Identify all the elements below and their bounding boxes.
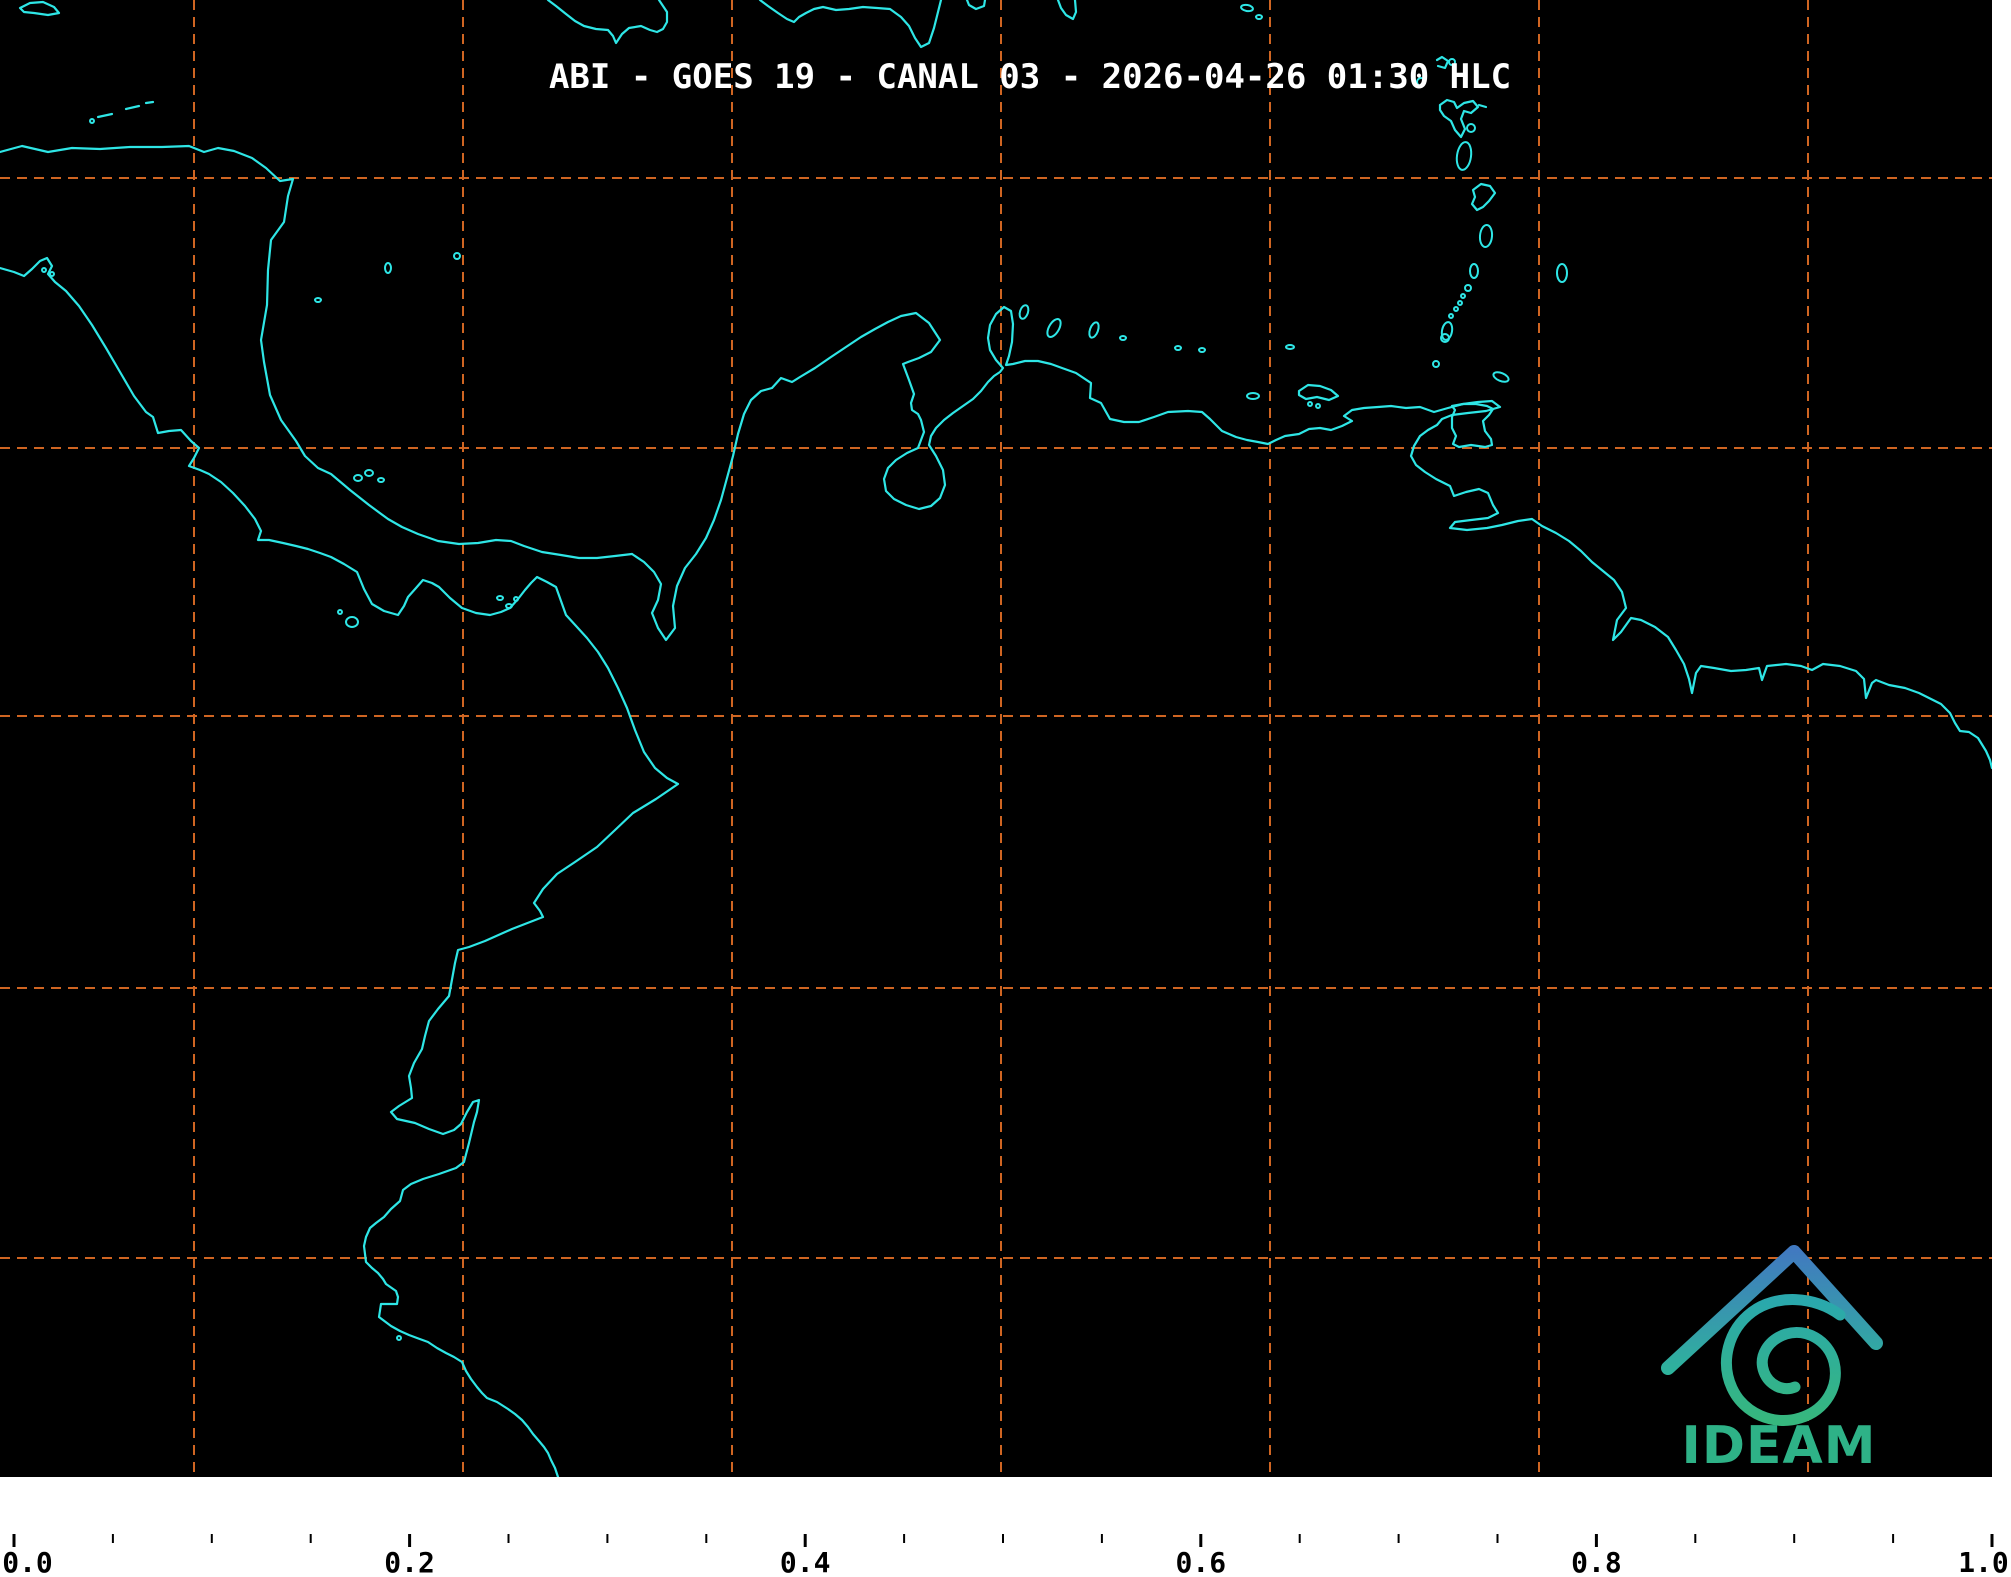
- scan-edge-white-band: [1992, 0, 2011, 1477]
- grenadine-5: [1449, 314, 1453, 318]
- pearl-islet-3: [514, 597, 518, 601]
- st-croix-1: [1241, 4, 1254, 12]
- margarita-outline: [1299, 385, 1338, 400]
- central-america-caribbean-coast: [0, 146, 632, 558]
- jamaica-south-coast: [548, 0, 667, 43]
- colorbar-ticks: [0, 1477, 2011, 1577]
- st-croix-2: [1256, 15, 1262, 19]
- martinique-outline: [1472, 184, 1495, 210]
- colorbar-tick-label: 0.8: [1571, 1546, 1622, 1577]
- south-america-north-coast: [632, 307, 1992, 768]
- bay-island-dash-1: [98, 114, 112, 117]
- las-aves: [1120, 336, 1126, 340]
- bocas-islet-3: [378, 478, 384, 482]
- aruba: [1018, 304, 1030, 320]
- cubagua: [1316, 404, 1320, 408]
- coiba-islet: [338, 610, 342, 614]
- barbados: [1557, 264, 1567, 282]
- san-andres: [385, 263, 391, 273]
- bocas-islet-1: [354, 475, 362, 481]
- fonseca-islet-2: [50, 272, 54, 276]
- image-title: ABI - GOES 19 - CANAL 03 - 2026-04-26 01…: [549, 57, 1511, 97]
- coast-fragment-top-2: [1058, 0, 1076, 19]
- los-roques-west: [1199, 348, 1205, 352]
- grenadine-4: [1454, 307, 1458, 311]
- grenada: [1441, 321, 1454, 340]
- colorbar-tick-label: 0.2: [384, 1546, 435, 1577]
- coche: [1308, 402, 1312, 406]
- st-lucia: [1479, 225, 1493, 248]
- grenadine-2: [1461, 294, 1465, 298]
- gorgona: [397, 1336, 401, 1340]
- logo-mountain-icon: [1668, 1252, 1876, 1368]
- pearl-islet-2: [506, 604, 512, 608]
- bay-island-dash-2: [126, 106, 139, 109]
- tobago: [1492, 370, 1510, 383]
- ideam-logo: IDEAM: [1650, 1238, 1930, 1477]
- fonseca-islet-1: [42, 268, 46, 272]
- coast-fragment-top-1: [967, 0, 985, 9]
- bay-island-dash-3: [146, 102, 153, 103]
- colorbar-tick-label: 0.6: [1176, 1546, 1227, 1577]
- coast-fragment-top-left: [20, 2, 59, 15]
- aves-de-sotavento: [1175, 346, 1181, 350]
- colorbar-tick-label: 0.4: [780, 1546, 831, 1577]
- bonaire: [1088, 321, 1101, 339]
- curacao: [1045, 317, 1064, 339]
- satellite-image-viewport: ABI - GOES 19 - CANAL 03 - 2026-04-26 01…: [0, 0, 2011, 1577]
- dominica: [1455, 141, 1473, 171]
- la-orchila: [1286, 345, 1294, 349]
- pacific-coast: [0, 258, 678, 1477]
- corn-island: [315, 298, 321, 302]
- los-testigos: [1433, 361, 1439, 367]
- st-vincent: [1470, 264, 1478, 278]
- la-tortuga: [1247, 393, 1259, 399]
- bocas-islet-2: [365, 470, 373, 476]
- grenadine-3: [1458, 301, 1462, 305]
- pearl-islet-1: [497, 596, 503, 600]
- grenadine-1: [1465, 285, 1471, 291]
- coiba: [346, 617, 358, 627]
- logo-spiral-icon: [1726, 1300, 1840, 1421]
- hispaniola-south-coast: [760, 0, 941, 47]
- logo-text: IDEAM: [1681, 1416, 1876, 1476]
- colorbar-tick-label: 0.0: [2, 1546, 53, 1577]
- bay-islet-dot: [90, 119, 94, 123]
- islands: [42, 4, 1567, 1340]
- providencia: [454, 253, 460, 259]
- marie-galante: [1467, 124, 1475, 132]
- colorbar-tick-label: 1.0: [1958, 1546, 2009, 1577]
- guadeloupe-dash: [1479, 105, 1486, 107]
